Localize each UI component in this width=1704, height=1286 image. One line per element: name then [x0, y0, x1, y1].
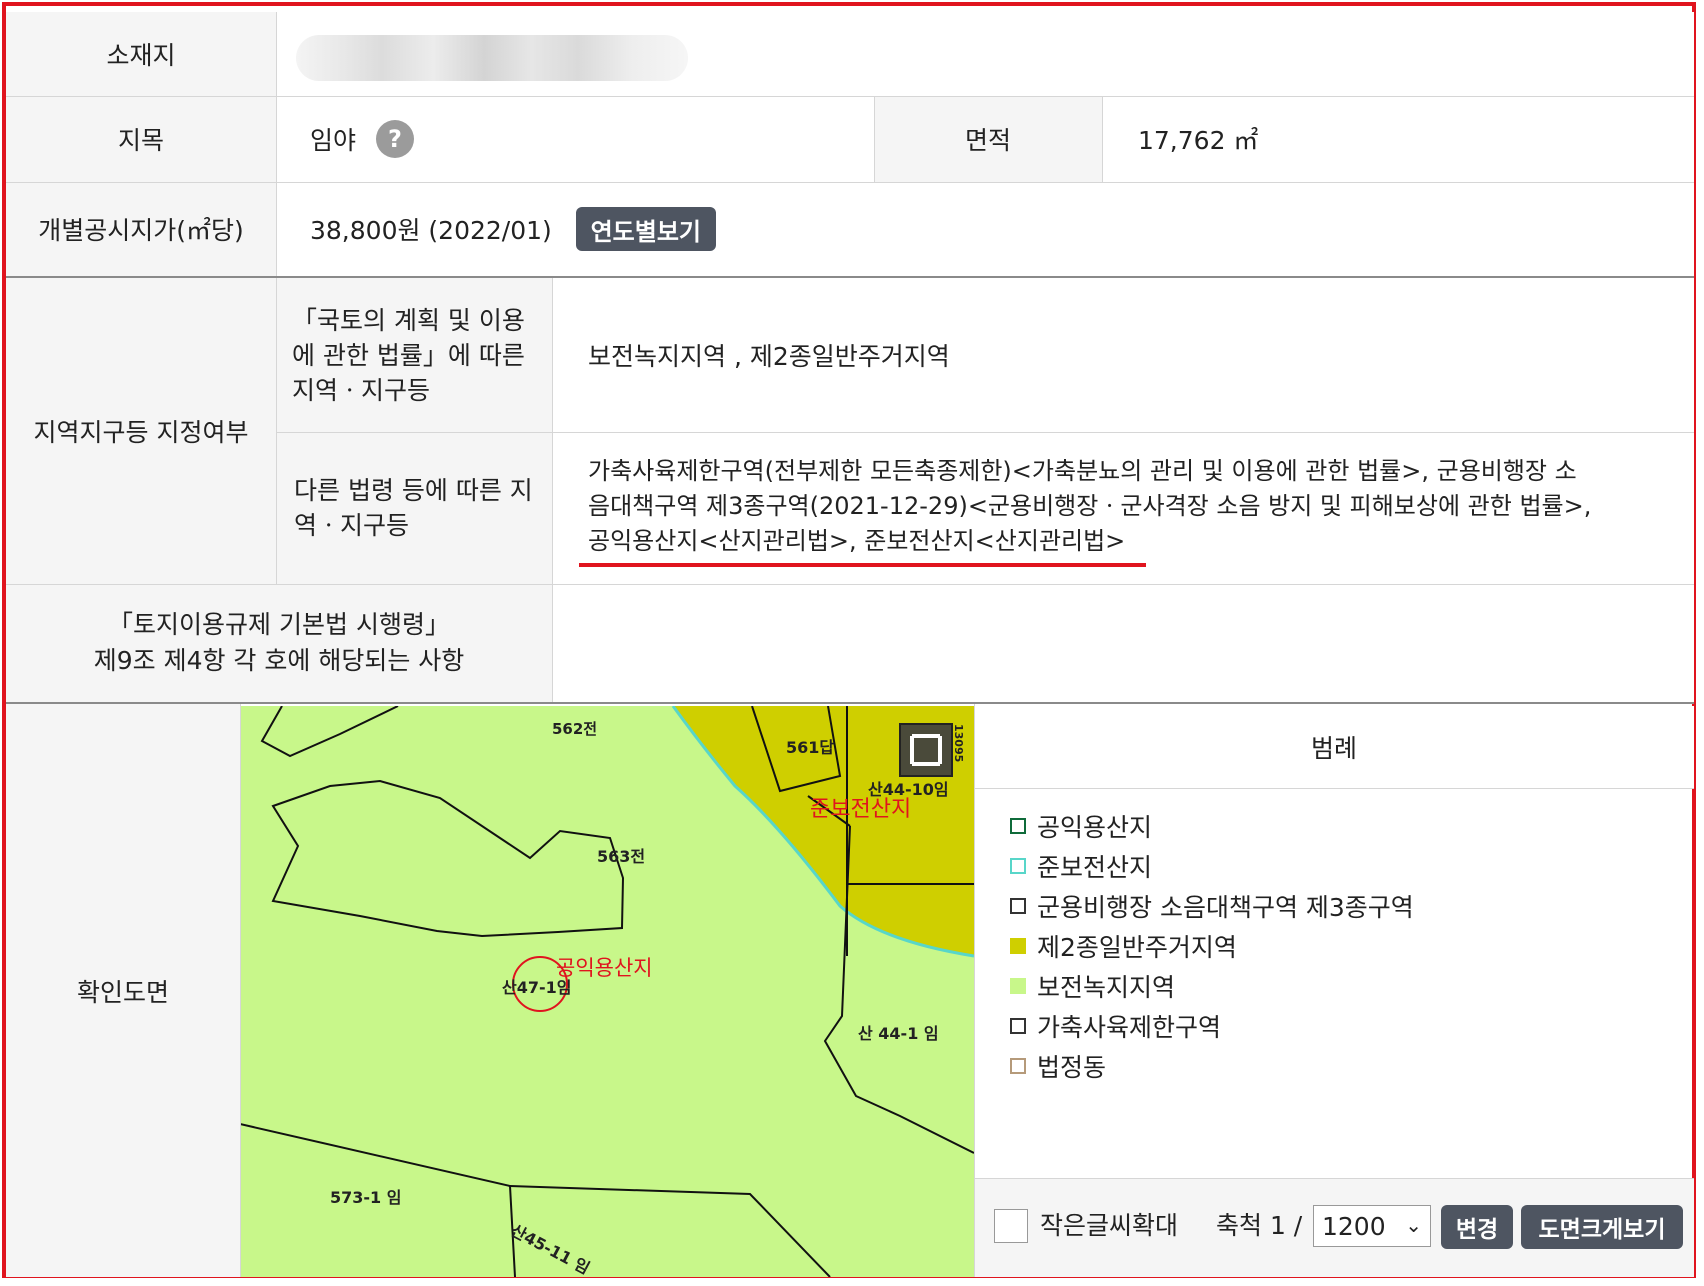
- chevron-down-icon: ⌄: [1405, 1213, 1422, 1237]
- parcel-label-562: 562전: [552, 720, 598, 738]
- legend-item: 가축사육제한구역: [1010, 1008, 1221, 1044]
- parcel-label-561: 561답: [786, 738, 835, 757]
- legend-item: 준보전산지: [1010, 848, 1152, 884]
- parcel-label-573-1: 573-1 임: [330, 1188, 402, 1207]
- legend-item: 공익용산지: [1010, 808, 1152, 844]
- regulation-label-line1: 「토지이용규제 기본법 시행령」: [108, 610, 450, 639]
- row-divider: [276, 432, 1694, 433]
- parcel-label-edge: 13095: [952, 724, 965, 763]
- legend-item: 제2종일반주거지역: [1010, 928, 1237, 964]
- map-section-label: 확인도면: [6, 704, 240, 1277]
- legend-item: 법정동: [1010, 1048, 1106, 1084]
- category-value: 임야: [310, 126, 357, 155]
- col-divider: [552, 278, 553, 702]
- zoning-label: 지역지구등 지정여부: [6, 278, 276, 584]
- location-redacted: [296, 35, 688, 81]
- legend-label: 군용비행장 소음대책구역 제3종구역: [1037, 893, 1414, 922]
- zoning-sub2-line2: 음대책구역 제3종구역(2021-12-29)<군용비행장ㆍ군사격장 소음 방지…: [588, 492, 1592, 520]
- row-divider: [6, 96, 1694, 97]
- parcel-label-s44-1: 산 44-1 임: [858, 1024, 939, 1043]
- parcel-label-s47-1: 산47-1임: [502, 978, 572, 997]
- legend-swatch: [1010, 858, 1026, 874]
- red-underline: [579, 563, 1146, 567]
- regulation-label: 「토지이용규제 기본법 시행령」 제9조 제4항 각 호에 해당되는 사항: [6, 584, 552, 702]
- legend-label: 제2종일반주거지역: [1037, 933, 1237, 962]
- regulation-label-line2: 제9조 제4항 각 호에 해당되는 사항: [93, 646, 465, 675]
- row-divider: [6, 182, 1694, 183]
- scale-select-value: 1200: [1322, 1211, 1386, 1241]
- legend-item: 군용비행장 소음대책구역 제3종구역: [1010, 888, 1414, 924]
- small-text-enlarge-checkbox[interactable]: [994, 1209, 1028, 1243]
- zoning-sub2-line1: 가축사육제한구역(전부제한 모든축종제한)<가축분뇨의 관리 및 이용에 관한 …: [588, 457, 1577, 485]
- controls-divider: [974, 1178, 1694, 1179]
- regulation-value: [552, 584, 1694, 702]
- col-divider: [874, 96, 875, 182]
- scale-change-button[interactable]: 변경: [1441, 1205, 1513, 1249]
- col-divider: [974, 704, 975, 1277]
- row-divider: [6, 584, 1694, 585]
- zoning-sub2-label: 다른 법령 등에 따른 지역ㆍ지구등: [276, 432, 552, 584]
- legend-swatch: [1010, 938, 1026, 954]
- area-label: 면적: [874, 96, 1102, 182]
- legend-label: 준보전산지: [1037, 853, 1153, 882]
- legend-title: 범례: [974, 706, 1694, 788]
- zoning-sub1-label: 「국토의 계획 및 이용에 관한 법률」에 따른 지역ㆍ지구등: [276, 278, 552, 432]
- zoning-sub2-value: 가축사육제한구역(전부제한 모든축종제한)<가축분뇨의 관리 및 이용에 관한 …: [552, 432, 1694, 584]
- col-divider: [1102, 96, 1103, 182]
- area-value: 17,762 ㎡: [1102, 96, 1694, 182]
- scale-label: 축척 1 /: [1216, 1211, 1303, 1240]
- legend-swatch: [1010, 898, 1026, 914]
- legend-divider: [974, 788, 1694, 789]
- col-divider: [240, 704, 241, 1277]
- legend-label: 법정동: [1037, 1053, 1107, 1082]
- price-value-cell: 38,800원 (2022/01) 연도별보기: [276, 182, 1694, 276]
- confirmation-map[interactable]: 562전 561답 산44-10임 준보전산지 563전 공익용산지 산47-1…: [240, 706, 974, 1277]
- zoning-sub1-value: 보전녹지지역 , 제2종일반주거지역: [552, 278, 1694, 432]
- legend-swatch: [1010, 978, 1026, 994]
- fullscreen-icon: [899, 723, 953, 777]
- scale-select[interactable]: 1200 ⌄: [1313, 1205, 1431, 1247]
- yearly-view-button[interactable]: 연도별보기: [575, 207, 716, 251]
- price-value: 38,800원 (2022/01): [310, 216, 552, 245]
- enlarge-map-button[interactable]: 도면크게보기: [1521, 1205, 1683, 1249]
- legend-swatch: [1010, 818, 1026, 834]
- legend-swatch: [1010, 1018, 1026, 1034]
- legend-label: 공익용산지: [1037, 813, 1153, 842]
- parcel-label-563: 563전: [597, 847, 646, 866]
- legend-swatch: [1010, 1058, 1026, 1074]
- category-label: 지목: [6, 96, 276, 182]
- category-value-cell: 임야 ?: [276, 96, 874, 182]
- legend-label: 보전녹지지역: [1037, 973, 1176, 1002]
- price-label: 개별공시지가(㎡당): [6, 182, 276, 276]
- col-divider: [276, 278, 277, 584]
- small-text-enlarge-label: 작은글씨확대: [1040, 1211, 1179, 1240]
- section-divider: [6, 276, 1694, 278]
- zone-label-semi: 준보전산지: [810, 797, 912, 822]
- legend-item: 보전녹지지역: [1010, 968, 1175, 1004]
- section-divider: [6, 702, 1694, 704]
- location-label: 소재지: [6, 12, 276, 96]
- legend-label: 가축사육제한구역: [1037, 1013, 1222, 1042]
- question-circle-icon[interactable]: ?: [376, 120, 415, 158]
- zoning-sub2-line3: 공익용산지<산지관리법>, 준보전산지<산지관리법>: [588, 527, 1126, 555]
- col-divider: [276, 12, 277, 276]
